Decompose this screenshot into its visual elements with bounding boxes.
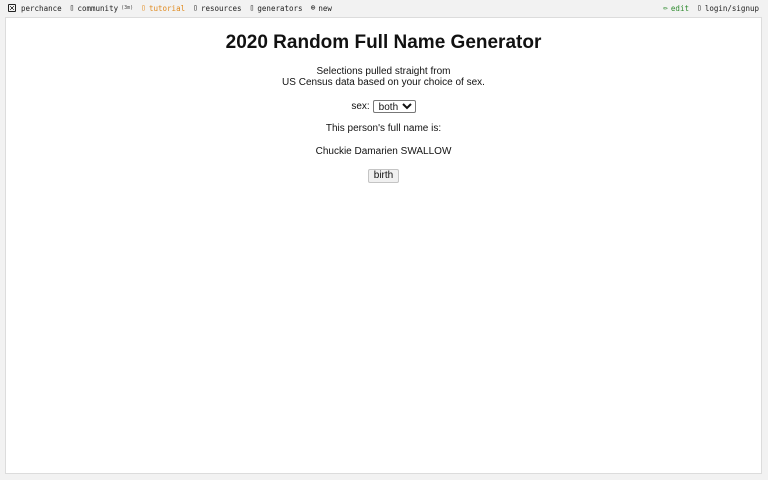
nav-resources[interactable]: ▯ resources xyxy=(193,4,241,13)
pencil-icon: ✏ xyxy=(663,3,668,12)
tutorial-icon: ▯ xyxy=(141,3,146,12)
nav-generators[interactable]: ▯ generators xyxy=(250,4,303,13)
resources-icon: ▯ xyxy=(193,3,198,12)
user-icon: ▯ xyxy=(696,3,702,12)
nav-community-label: community xyxy=(77,3,119,13)
generator-content: 2020 Random Full Name Generator Selectio… xyxy=(6,32,761,183)
dice-icon xyxy=(8,4,16,12)
nav-new[interactable]: ⊕ new xyxy=(311,4,332,13)
community-count-badge: (3m) xyxy=(121,5,134,11)
generator-panel: 2020 Random Full Name Generator Selectio… xyxy=(5,17,762,474)
nav-resources-label: resources xyxy=(200,3,242,13)
sex-selector-row: sex: both xyxy=(6,99,761,113)
nav-new-label: new xyxy=(318,3,332,13)
nav-generators-label: generators xyxy=(257,3,303,13)
community-icon: ▯ xyxy=(69,3,75,12)
nav-login[interactable]: ▯ login/signup xyxy=(697,4,759,13)
nav-left-group: perchance ▯ community (3m) ▯ tutorial ▯ … xyxy=(0,0,340,16)
description: Selections pulled straight from US Censu… xyxy=(6,66,761,88)
sex-label: sex: xyxy=(351,100,370,112)
page-title: 2020 Random Full Name Generator xyxy=(225,32,542,53)
description-line-1: Selections pulled straight from xyxy=(316,66,451,77)
description-line-2: US Census data based on your choice of s… xyxy=(282,77,485,88)
top-nav-bar: perchance ▯ community (3m) ▯ tutorial ▯ … xyxy=(0,0,768,16)
nav-tutorial-label: tutorial xyxy=(148,3,186,13)
result-label: This person's full name is: xyxy=(325,123,442,134)
result-name: Chuckie Damarien SWALLOW xyxy=(315,146,452,157)
nav-login-label: login/signup xyxy=(704,3,759,13)
button-row: birth xyxy=(6,169,761,183)
nav-community[interactable]: ▯ community (3m) xyxy=(70,4,134,13)
nav-edit[interactable]: ✏ edit xyxy=(663,4,689,13)
generators-icon: ▯ xyxy=(249,3,255,12)
nav-edit-label: edit xyxy=(670,3,689,13)
plus-circle-icon: ⊕ xyxy=(310,3,316,12)
nav-perchance[interactable]: perchance xyxy=(8,4,62,13)
birth-button[interactable]: birth xyxy=(367,169,400,183)
nav-perchance-label: perchance xyxy=(21,3,62,13)
nav-tutorial[interactable]: ▯ tutorial xyxy=(141,4,185,13)
sex-select[interactable]: both xyxy=(372,99,416,113)
nav-right-group: ✏ edit ▯ login/signup xyxy=(655,0,768,16)
